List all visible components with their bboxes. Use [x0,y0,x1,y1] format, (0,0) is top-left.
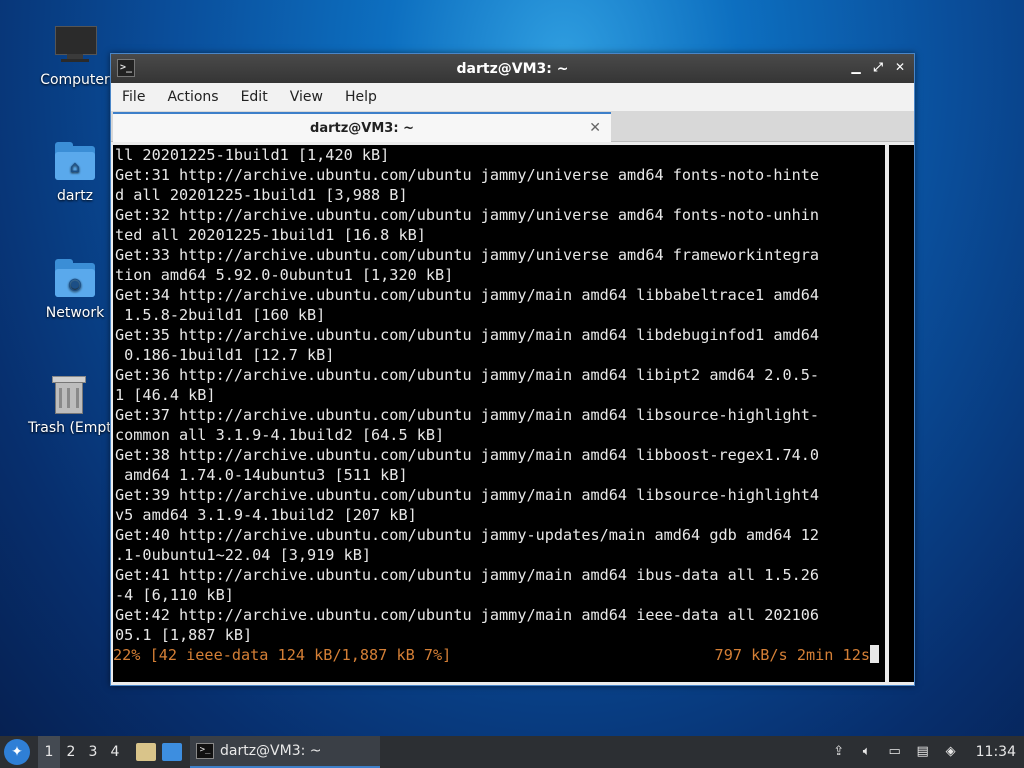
volume-icon[interactable]: 🔈︎ [858,743,876,761]
terminal-line: .1-0ubuntu1~22.04 [3,919 kB] [115,546,372,564]
window-titlebar[interactable]: >_ dartz@VM3: ~ ▁ ⤢ ✕ [111,54,914,83]
terminal-icon: >_ [196,743,214,759]
system-tray: ⇪ 🔈︎ ▭ ▤ ◈ 11:34 [830,743,1024,761]
terminal-scrollbar[interactable] [889,145,914,682]
taskbar: ✦ 1 2 3 4 >_ dartz@VM3: ~ ⇪ 🔈︎ ▭ ▤ ◈ 11:… [0,736,1024,768]
terminal-line: Get:33 http://archive.ubuntu.com/ubuntu … [115,246,820,264]
terminal-window: >_ dartz@VM3: ~ ▁ ⤢ ✕ File Actions Edit … [110,53,915,686]
terminal-line: Get:31 http://archive.ubuntu.com/ubuntu … [115,166,820,184]
menu-view[interactable]: View [279,89,334,105]
tab-terminal[interactable]: dartz@VM3: ~ ✕ [113,112,611,142]
progress-status-right: 797 kB/s 2min 12s [714,646,870,664]
terminal-line: Get:42 http://archive.ubuntu.com/ubuntu … [115,606,820,624]
terminal-line: Get:41 http://archive.ubuntu.com/ubuntu … [115,566,820,584]
tab-bar: dartz@VM3: ~ ✕ [111,111,914,142]
terminal-line: d all 20201225-1build1 [3,988 B] [115,186,408,204]
text-cursor [870,645,879,663]
terminal-line: -4 [6,110 kB] [115,586,234,604]
menu-file[interactable]: File [111,89,156,105]
terminal-line: amd64 1.74.0-14ubuntu3 [511 kB] [115,466,408,484]
notification-icon[interactable]: ◈ [942,743,960,761]
menubar: File Actions Edit View Help [111,83,914,111]
menu-help[interactable]: Help [334,89,388,105]
home-folder-icon: ⌂ [53,140,97,184]
menu-edit[interactable]: Edit [230,89,279,105]
terminal-lines: ll 20201225-1build1 [1,420 kB] Get:31 htt… [113,145,885,645]
terminal-line: tion amd64 5.92.0-0ubuntu1 [1,320 kB] [115,266,454,284]
terminal-line: Get:36 http://archive.ubuntu.com/ubuntu … [115,366,820,384]
network-icon[interactable]: ▭ [886,743,904,761]
updates-icon[interactable]: ⇪ [830,743,848,761]
terminal-line: ll 20201225-1build1 [1,420 kB] [115,146,390,164]
tab-title: dartz@VM3: ~ [310,120,414,136]
terminal-line: Get:38 http://archive.ubuntu.com/ubuntu … [115,446,820,464]
terminal-line: ted all 20201225-1build1 [16.8 kB] [115,226,426,244]
terminal-output[interactable]: ll 20201225-1build1 [1,420 kB] Get:31 htt… [113,145,885,682]
terminal-line: 05.1 [1,887 kB] [115,626,253,644]
workspace-3[interactable]: 3 [82,736,104,768]
terminal-icon: >_ [117,59,135,77]
terminal-line: 0.186-1build1 [12.7 kB] [115,346,335,364]
show-desktop-icon[interactable] [162,743,182,761]
trash-icon [46,372,90,416]
terminal-line: Get:35 http://archive.ubuntu.com/ubuntu … [115,326,820,344]
desktop-icon-trash[interactable]: Trash (Empty) [25,372,111,436]
taskbar-task-terminal[interactable]: >_ dartz@VM3: ~ [190,736,380,768]
window-title: dartz@VM3: ~ [456,60,569,77]
terminal-line: Get:40 http://archive.ubuntu.com/ubuntu … [115,526,820,544]
monitor-icon [53,24,97,68]
workspace-1[interactable]: 1 [38,736,60,768]
tab-close-icon[interactable]: ✕ [589,120,601,136]
desktop-icon-label: Trash (Empty) [28,420,111,436]
terminal-line: Get:32 http://archive.ubuntu.com/ubuntu … [115,206,820,224]
progress-status-left: 22% [42 ieee-data 124 kB/1,887 kB 7%] [113,646,452,664]
terminal-line: 1 [46.4 kB] [115,386,216,404]
workspace-4[interactable]: 4 [104,736,126,768]
start-menu-icon[interactable]: ✦ [4,739,30,765]
close-button[interactable]: ✕ [892,59,908,75]
terminal-line: Get:37 http://archive.ubuntu.com/ubuntu … [115,406,820,424]
terminal-line: v5 amd64 3.1.9-4.1build2 [207 kB] [115,506,417,524]
terminal-line: Get:34 http://archive.ubuntu.com/ubuntu … [115,286,820,304]
terminal-line: Get:39 http://archive.ubuntu.com/ubuntu … [115,486,820,504]
maximize-button[interactable]: ⤢ [870,59,886,75]
minimize-button[interactable]: ▁ [848,59,864,75]
clock[interactable]: 11:34 [976,744,1016,760]
terminal-line: common all 3.1.9-4.1build2 [64.5 kB] [115,426,445,444]
workspace-2[interactable]: 2 [60,736,82,768]
menu-actions[interactable]: Actions [156,89,229,105]
network-folder-icon: ◉ [53,257,97,301]
task-label: dartz@VM3: ~ [220,743,322,759]
progress-status-line: 22% [42 ieee-data 124 kB/1,887 kB 7%] 79… [113,645,881,665]
file-manager-icon[interactable] [136,743,156,761]
clipboard-icon[interactable]: ▤ [914,743,932,761]
terminal-line: 1.5.8-2build1 [160 kB] [115,306,326,324]
